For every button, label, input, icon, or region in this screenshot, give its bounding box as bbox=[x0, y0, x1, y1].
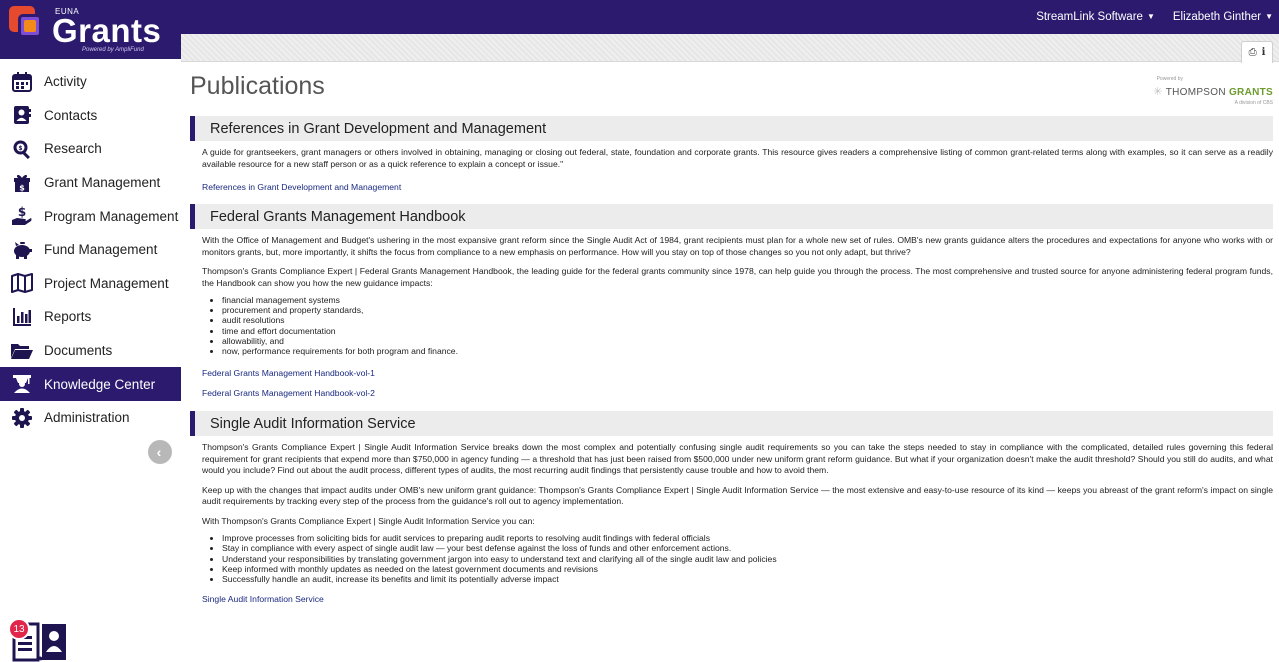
section-title: Single Audit Information Service bbox=[210, 415, 416, 432]
thompson-grants-logo: Powered by ✳ THOMPSON GRANTS A division o… bbox=[1153, 76, 1273, 106]
logo-thompson: THOMPSON bbox=[1165, 87, 1226, 98]
page-tools: ⎙ i bbox=[1241, 41, 1273, 63]
list-item: Understand your responsibilities by tran… bbox=[222, 554, 1273, 564]
sidebar-item-administration[interactable]: Administration bbox=[0, 401, 181, 435]
chevron-left-icon: ‹ bbox=[156, 444, 162, 460]
piggy-bank-icon bbox=[10, 238, 34, 262]
sidebar-item-contacts[interactable]: Contacts bbox=[0, 99, 181, 133]
section-header: References in Grant Development and Mana… bbox=[190, 116, 1273, 141]
section-description: With Thompson's Grants Compliance Expert… bbox=[202, 515, 535, 526]
sidebar-item-program-management[interactable]: $ Program Management bbox=[0, 199, 181, 233]
top-bar: StreamLink Software ▼ Elizabeth Ginther ▼ bbox=[181, 0, 1279, 34]
section-title: Federal Grants Management Handbook bbox=[210, 208, 466, 225]
svg-text:$: $ bbox=[18, 206, 26, 219]
list-item: Improve processes from soliciting bids f… bbox=[222, 533, 1273, 543]
list-item: Keep informed with monthly updates as ne… bbox=[222, 564, 1273, 574]
notification-badge: 13 bbox=[8, 618, 30, 640]
map-icon bbox=[10, 271, 34, 295]
section-single-audit: Single Audit Information Service Thompso… bbox=[190, 411, 1273, 604]
sidebar-item-label: Reports bbox=[44, 309, 92, 325]
svg-text:$: $ bbox=[18, 145, 22, 152]
list-item: time and effort documentation bbox=[222, 326, 1273, 336]
powered-by-label: Powered by bbox=[1156, 76, 1183, 82]
sidebar-item-grant-management[interactable]: $ Grant Management bbox=[0, 166, 181, 200]
list-item: procurement and property standards, bbox=[222, 305, 1273, 315]
sidebar-item-fund-management[interactable]: Fund Management bbox=[0, 233, 181, 267]
contacts-icon bbox=[10, 103, 34, 127]
logo-division: A division of CBS bbox=[1234, 100, 1273, 106]
collapse-sidebar-button[interactable]: ‹ bbox=[148, 440, 172, 464]
caret-down-icon: ▼ bbox=[1146, 12, 1155, 21]
logo-grants: GRANTS bbox=[1228, 87, 1273, 98]
caret-down-icon: ▼ bbox=[1265, 12, 1273, 21]
section-header: Federal Grants Management Handbook bbox=[190, 204, 1273, 229]
list-item: audit resolutions bbox=[222, 315, 1273, 325]
handbook-bullet-list: financial management systems procurement… bbox=[222, 295, 1273, 356]
main-content: Publications Powered by ✳ THOMPSON GRANTS… bbox=[181, 62, 1279, 662]
page-title: Publications bbox=[190, 72, 325, 100]
sidebar-item-documents[interactable]: Documents bbox=[0, 334, 181, 368]
sidebar: EUNA Grants Powered by AmpliFund Activit… bbox=[0, 0, 181, 662]
starburst-icon: ✳ bbox=[1153, 86, 1163, 98]
euna-logo-icon bbox=[9, 6, 43, 40]
sidebar-item-label: Administration bbox=[44, 410, 130, 426]
section-description: Keep up with the changes that impact aud… bbox=[202, 484, 1273, 507]
section-description: Thompson's Grants Compliance Expert | Si… bbox=[202, 442, 1273, 476]
handbook-vol-1-link[interactable]: Federal Grants Management Handbook-vol-1 bbox=[202, 368, 1273, 378]
calendar-icon bbox=[10, 70, 34, 94]
sidebar-item-label: Project Management bbox=[44, 275, 169, 291]
section-title: References in Grant Development and Mana… bbox=[210, 120, 547, 137]
sidebar-item-label: Contacts bbox=[44, 107, 98, 123]
section-header: Single Audit Information Service bbox=[190, 411, 1273, 437]
sidebar-item-label: Program Management bbox=[44, 208, 179, 224]
section-description: A guide for grantseekers, grant managers… bbox=[202, 147, 1273, 169]
gear-icon bbox=[10, 406, 34, 430]
info-icon[interactable]: i bbox=[1262, 47, 1266, 58]
svg-text:$: $ bbox=[19, 183, 25, 192]
sidebar-item-research[interactable]: $ Research bbox=[0, 132, 181, 166]
list-item: now, performance requirements for both p… bbox=[222, 346, 1273, 356]
user-name: Elizabeth Ginther bbox=[1172, 11, 1262, 23]
search-icon: $ bbox=[10, 137, 34, 161]
section-description: Thompson's Grants Compliance Expert | Fe… bbox=[202, 266, 1273, 288]
sidebar-item-label: Research bbox=[44, 141, 102, 157]
sub-toolbar: ⎙ i bbox=[181, 34, 1279, 63]
section-description: With the Office of Management and Budget… bbox=[202, 235, 1273, 257]
brand-logo[interactable]: EUNA Grants Powered by AmpliFund bbox=[0, 0, 181, 59]
org-name: StreamLink Software bbox=[1036, 11, 1143, 23]
brand-powered-by: Powered by AmpliFund bbox=[82, 47, 144, 53]
list-item: financial management systems bbox=[222, 295, 1273, 305]
section-references: References in Grant Development and Mana… bbox=[190, 116, 1273, 192]
list-item: allowabilitiy, and bbox=[222, 336, 1273, 346]
main-nav: Activity Contacts $ Research $ Grant Man… bbox=[0, 65, 181, 435]
sidebar-item-label: Fund Management bbox=[44, 242, 158, 258]
sidebar-item-label: Grant Management bbox=[44, 175, 161, 191]
print-icon[interactable]: ⎙ bbox=[1249, 47, 1257, 58]
folder-open-icon bbox=[10, 339, 34, 363]
sidebar-item-project-management[interactable]: Project Management bbox=[0, 267, 181, 301]
references-link[interactable]: References in Grant Development and Mana… bbox=[202, 182, 1273, 192]
help-widget[interactable]: 13 bbox=[8, 612, 70, 662]
gift-dollar-icon: $ bbox=[10, 171, 34, 195]
sidebar-item-knowledge-center[interactable]: Knowledge Center bbox=[0, 367, 181, 401]
list-item: Successfully handle an audit, increase i… bbox=[222, 574, 1273, 584]
sidebar-item-label: Activity bbox=[44, 74, 87, 90]
sidebar-item-activity[interactable]: Activity bbox=[0, 65, 181, 99]
handbook-vol-2-link[interactable]: Federal Grants Management Handbook-vol-2 bbox=[202, 388, 1273, 398]
user-menu-dropdown[interactable]: Elizabeth Ginther ▼ bbox=[1173, 11, 1273, 23]
brand-name: Grants bbox=[52, 12, 162, 49]
audit-bullet-list: Improve processes from soliciting bids f… bbox=[222, 533, 1273, 584]
section-handbook: Federal Grants Management Handbook With … bbox=[190, 204, 1273, 398]
top-bar-menu: StreamLink Software ▼ Elizabeth Ginther ▼ bbox=[1036, 0, 1273, 34]
org-switcher-dropdown[interactable]: StreamLink Software ▼ bbox=[1036, 11, 1155, 23]
sidebar-item-label: Documents bbox=[44, 343, 113, 359]
sidebar-item-reports[interactable]: Reports bbox=[0, 300, 181, 334]
list-item: Stay in compliance with every aspect of … bbox=[222, 543, 1273, 553]
bar-chart-icon bbox=[10, 305, 34, 329]
single-audit-link[interactable]: Single Audit Information Service bbox=[202, 594, 1273, 604]
sidebar-item-label: Knowledge Center bbox=[44, 376, 156, 392]
graduate-icon bbox=[10, 372, 34, 396]
hand-dollar-icon: $ bbox=[10, 204, 34, 228]
